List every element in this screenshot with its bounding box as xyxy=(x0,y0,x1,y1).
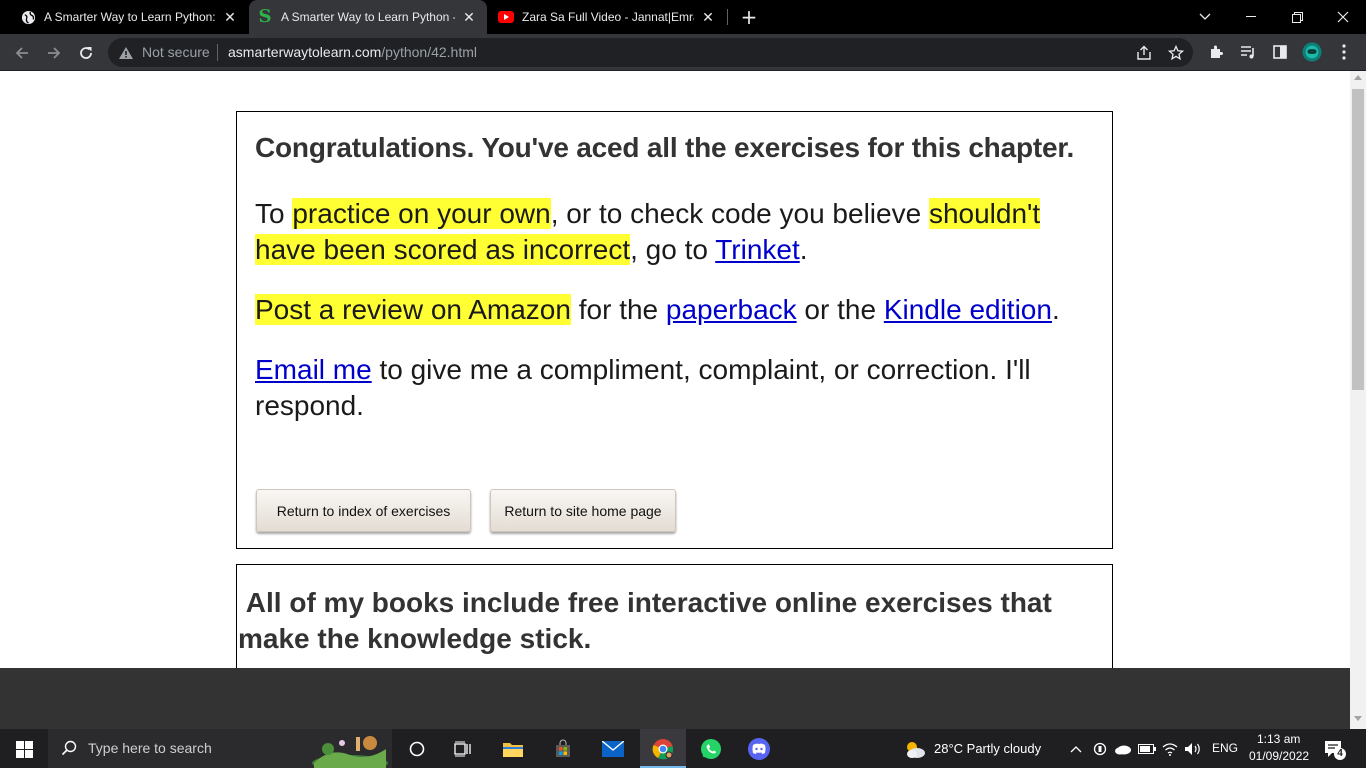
new-tab-icon[interactable]: + xyxy=(737,5,761,29)
language-indicator[interactable]: ENG xyxy=(1212,741,1238,755)
url-host: asmarterwaytolearn.com xyxy=(228,44,382,60)
paperback-link[interactable]: paperback xyxy=(666,294,797,325)
page-viewport: Congratulations. You've aced all the exe… xyxy=(0,71,1350,668)
clock-time[interactable]: 1:13 am xyxy=(1257,732,1300,746)
email-me-link[interactable]: Email me xyxy=(255,354,372,385)
books-headline: All of my books include free interactive… xyxy=(238,587,1060,654)
security-label[interactable]: Not secure xyxy=(142,44,210,60)
text-segment: , or to check code you believe xyxy=(550,198,929,229)
browser-toolbar: Not secure asmarterwaytolearn.com/python… xyxy=(0,34,1366,71)
tab-search-icon[interactable] xyxy=(1182,0,1228,34)
tab-strip: A Smarter Way to Learn Python: l ✕ S A S… xyxy=(0,0,1366,34)
media-controls-icon[interactable] xyxy=(1238,42,1258,62)
tab-1[interactable]: A Smarter Way to Learn Python: l ✕ xyxy=(12,0,248,34)
text-segment: , go to xyxy=(630,234,716,265)
text-segment: . xyxy=(799,234,808,265)
address-bar[interactable]: Not secure asmarterwaytolearn.com/python… xyxy=(108,38,1193,67)
scroll-up-icon[interactable] xyxy=(1354,75,1362,80)
onedrive-icon[interactable] xyxy=(1110,736,1136,762)
extensions-icon[interactable] xyxy=(1206,42,1226,62)
page-footer-band xyxy=(0,668,1350,729)
search-highlight-illustration-icon xyxy=(310,729,390,768)
whatsapp-icon[interactable] xyxy=(698,736,724,762)
clock-date[interactable]: 01/09/2022 xyxy=(1249,749,1309,763)
weather-partly-cloudy-icon[interactable] xyxy=(902,736,928,762)
youtube-icon xyxy=(498,9,514,25)
volume-icon[interactable] xyxy=(1180,736,1206,762)
chrome-icon[interactable] xyxy=(650,736,676,762)
restore-icon[interactable] xyxy=(1274,0,1320,34)
search-icon xyxy=(56,735,82,761)
url-path: /python/42.html xyxy=(381,44,478,60)
reload-icon[interactable] xyxy=(72,39,100,67)
windows-taskbar: Type here to search 28°C Partly cloudy E… xyxy=(0,729,1366,768)
congratulations-card: Congratulations. You've aced all the exe… xyxy=(236,111,1113,549)
scroll-thumb[interactable] xyxy=(1352,89,1364,390)
return-to-home-button[interactable]: Return to site home page xyxy=(490,489,676,532)
kindle-edition-link[interactable]: Kindle edition xyxy=(884,294,1052,325)
tab-separator xyxy=(727,9,728,25)
tab-3[interactable]: Zara Sa Full Video - Jannat|Emraa ✕ xyxy=(490,0,726,34)
profile-avatar-icon[interactable] xyxy=(1302,42,1322,62)
s-logo-icon: S xyxy=(258,6,272,27)
tab-close-icon[interactable]: ✕ xyxy=(222,9,238,25)
text-segment: or the xyxy=(796,294,884,325)
highlight-practice: practice on your own xyxy=(292,198,551,229)
mail-icon[interactable] xyxy=(600,736,626,762)
tab-title: Zara Sa Full Video - Jannat|Emraa xyxy=(522,10,694,24)
warning-icon[interactable] xyxy=(118,45,134,64)
review-paragraph: Post a review on Amazon for the paperbac… xyxy=(255,292,1094,328)
trinket-link[interactable]: Trinket xyxy=(715,234,800,265)
notification-count-badge: 4 xyxy=(1334,748,1346,760)
tab-close-icon[interactable]: ✕ xyxy=(461,9,477,25)
tab-close-icon[interactable]: ✕ xyxy=(700,9,716,25)
text-segment: To xyxy=(255,198,293,229)
text-segment: to give me a compliment, complaint, or c… xyxy=(255,354,1031,421)
text-segment: for the xyxy=(570,294,666,325)
forward-icon[interactable] xyxy=(40,39,68,67)
windows-start-icon[interactable] xyxy=(11,736,37,762)
text-segment: . xyxy=(1051,294,1060,325)
microsoft-store-icon[interactable] xyxy=(550,736,576,762)
menu-kebab-icon[interactable] xyxy=(1334,42,1354,62)
bookmark-star-icon[interactable] xyxy=(1166,43,1186,63)
omnibox-divider xyxy=(217,44,218,61)
discord-icon[interactable] xyxy=(746,736,772,762)
tab-title: A Smarter Way to Learn Python: l xyxy=(44,10,216,24)
url-text[interactable]: asmarterwaytolearn.com/python/42.html xyxy=(228,44,477,60)
file-explorer-icon[interactable] xyxy=(500,736,526,762)
tab-2[interactable]: S A Smarter Way to Learn Python - ✕ xyxy=(249,0,487,34)
page-scrollbar[interactable] xyxy=(1350,71,1366,729)
tray-chevron-up-icon[interactable] xyxy=(1063,736,1089,762)
page-headline: Congratulations. You've aced all the exe… xyxy=(255,132,1075,163)
close-window-icon[interactable] xyxy=(1320,0,1366,34)
task-view-icon[interactable] xyxy=(450,736,476,762)
share-icon[interactable] xyxy=(1134,43,1154,63)
email-paragraph: Email me to give me a compliment, compla… xyxy=(255,352,1094,424)
weather-text[interactable]: 28°C Partly cloudy xyxy=(934,741,1041,756)
minimize-icon[interactable] xyxy=(1228,0,1274,34)
return-to-index-button[interactable]: Return to index of exercises xyxy=(256,489,471,532)
globe-icon xyxy=(20,9,36,25)
cortana-icon[interactable] xyxy=(404,736,430,762)
side-panel-icon[interactable] xyxy=(1270,42,1290,62)
back-icon[interactable] xyxy=(8,39,36,67)
taskbar-search-box[interactable]: Type here to search xyxy=(48,729,392,768)
search-placeholder: Type here to search xyxy=(88,740,212,756)
tab-title: A Smarter Way to Learn Python - xyxy=(281,10,455,24)
scroll-down-icon[interactable] xyxy=(1354,716,1362,721)
books-card: All of my books include free interactive… xyxy=(236,564,1113,668)
practice-paragraph: To practice on your own, or to check cod… xyxy=(255,196,1094,268)
highlight-review: Post a review on Amazon xyxy=(255,294,571,325)
